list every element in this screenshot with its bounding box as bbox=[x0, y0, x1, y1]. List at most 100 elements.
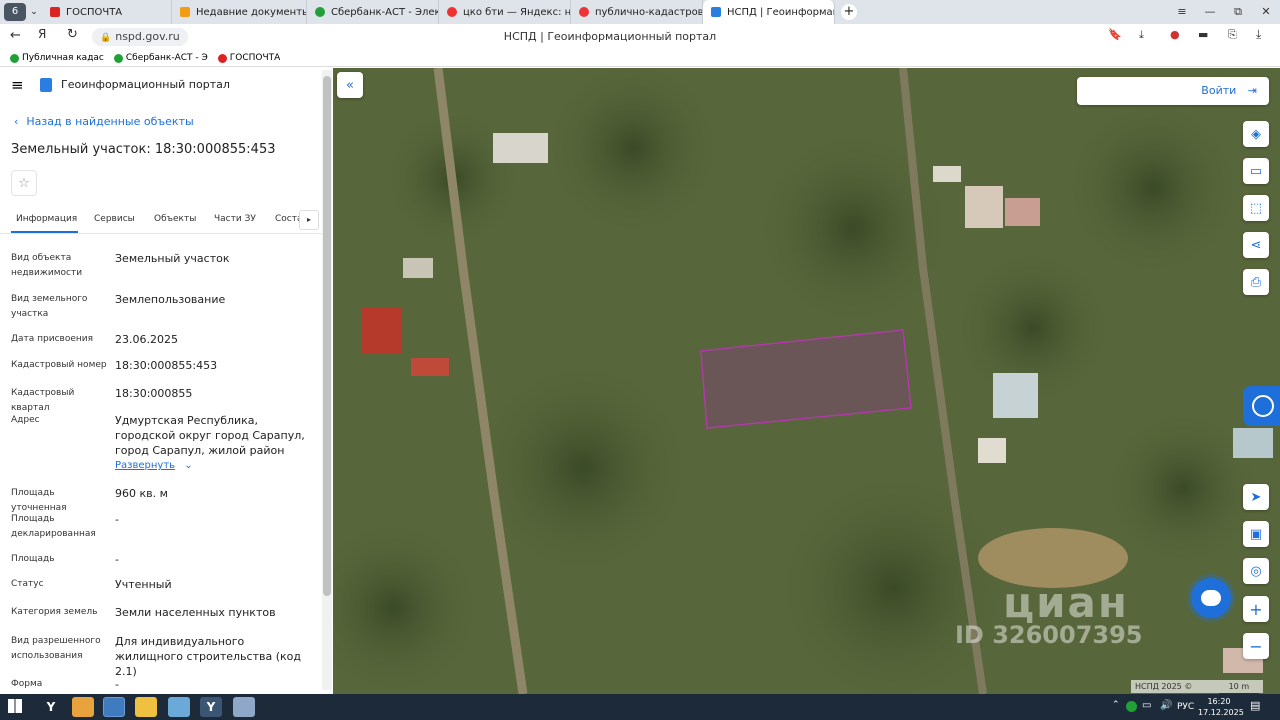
detail-label: Вид объекта недвижимости bbox=[11, 253, 83, 278]
minimap-button[interactable]: ▣ bbox=[1243, 521, 1269, 547]
sber-favicon-icon bbox=[315, 7, 325, 17]
volume-tray-icon[interactable]: 🔊 bbox=[1160, 700, 1172, 711]
minus-icon: − bbox=[1249, 636, 1263, 656]
menu-icon[interactable]: ≡ bbox=[1168, 0, 1196, 24]
clock-date: 17.12.2025 bbox=[1198, 708, 1244, 717]
detail-value: 960 кв. м bbox=[115, 487, 168, 500]
print-button[interactable]: ⎙ bbox=[1243, 269, 1269, 295]
map-attribution: НСПД 2025 © 10 m bbox=[1131, 680, 1263, 694]
network-tray-icon[interactable]: ▭ bbox=[1142, 700, 1151, 711]
layers-button[interactable]: ◈ bbox=[1243, 121, 1269, 147]
geolocate-button[interactable]: ➤ bbox=[1243, 484, 1269, 510]
tab-yandex-search[interactable]: цко бти — Яндекс: нашло bbox=[439, 0, 571, 24]
select-area-button[interactable]: ⬚ bbox=[1243, 195, 1269, 221]
detail-value: - bbox=[115, 553, 119, 566]
bookmark-icon[interactable]: 🔖 bbox=[1108, 28, 1122, 41]
tab-gospochta[interactable]: ГОСПОЧТА bbox=[42, 0, 172, 24]
detail-value: - bbox=[115, 513, 119, 526]
hamburger-menu-icon[interactable]: ≡ bbox=[11, 76, 24, 94]
share-button[interactable]: ⋖ bbox=[1243, 232, 1269, 258]
bookmark-gospochta[interactable]: ГОСПОЧТА bbox=[217, 53, 280, 63]
object-info-panel: ≡ Геоинформационный портал ‹ Назад в найд… bbox=[0, 68, 333, 694]
feedback-icon bbox=[1252, 395, 1274, 417]
office-taskbar-icon[interactable] bbox=[72, 697, 94, 717]
login-button[interactable]: Войти ⇥ bbox=[1077, 77, 1269, 105]
tab-information[interactable]: Информация bbox=[16, 214, 77, 224]
tab-sberbank-ast[interactable]: Сбербанк-АСТ - Электрон bbox=[307, 0, 439, 24]
tab-label: НСПД | Геоинформаци bbox=[727, 6, 835, 18]
photo-taskbar-icon[interactable] bbox=[233, 697, 255, 717]
copyright-text: НСПД 2025 © bbox=[1135, 682, 1193, 691]
nspd-favicon-icon bbox=[711, 7, 721, 17]
collapse-panel-button[interactable]: « bbox=[337, 72, 363, 98]
map-view[interactable]: циан ID 326007395 « Войти ⇥ ◈ ▭ ⬚ ⋖ ⎙ ➤ … bbox=[333, 68, 1280, 694]
file-explorer-taskbar-icon[interactable] bbox=[135, 697, 157, 717]
favorite-button[interactable]: ☆ bbox=[11, 170, 37, 196]
antivirus-tray-icon[interactable] bbox=[1126, 701, 1137, 712]
language-indicator[interactable]: РУС bbox=[1177, 702, 1194, 712]
detail-label: Дата присвоения bbox=[11, 334, 94, 344]
feedback-tab-button[interactable] bbox=[1243, 386, 1280, 426]
clock[interactable]: 16:20 17.12.2025 bbox=[1198, 696, 1244, 718]
new-tab-button[interactable]: + bbox=[841, 4, 857, 20]
detail-label: Статус bbox=[11, 579, 44, 589]
bookmark-sberbank[interactable]: Сбербанк-АСТ - Э bbox=[113, 53, 208, 63]
windows-start-icon[interactable] bbox=[8, 699, 22, 713]
tab-label: публично-кадастровая к bbox=[595, 6, 702, 18]
star-icon: ☆ bbox=[18, 176, 30, 191]
minimize-icon[interactable]: — bbox=[1196, 0, 1224, 24]
windows-taskbar: Y Y ⌃ ▭ 🔊 РУС 16:20 17.12.2025 ▤ bbox=[0, 694, 1280, 720]
ruler-button[interactable]: ▭ bbox=[1243, 158, 1269, 184]
scrollbar-thumb[interactable] bbox=[323, 76, 331, 596]
expand-link[interactable]: Развернуть ⌄ bbox=[115, 460, 193, 471]
profile-icon[interactable]: ▬ bbox=[1198, 28, 1208, 41]
restore-icon[interactable]: ⧉ bbox=[1224, 0, 1252, 24]
share-icon: ⋖ bbox=[1250, 237, 1262, 253]
tabs-scroll-right-button[interactable]: ▸ bbox=[299, 210, 319, 230]
object-title: Земельный участок: 18:30:000855:453 bbox=[11, 142, 276, 157]
tab-recent-docs[interactable]: Недавние документы bbox=[172, 0, 307, 24]
tab-counter[interactable]: 6 bbox=[4, 3, 26, 21]
downloads-icon[interactable]: ⤓ bbox=[1256, 27, 1261, 42]
app-taskbar-icon[interactable] bbox=[103, 697, 125, 717]
double-chevron-left-icon: « bbox=[346, 77, 354, 93]
active-tab-underline bbox=[11, 231, 78, 233]
select-area-icon: ⬚ bbox=[1249, 200, 1263, 216]
watermark-id: ID 326007395 bbox=[955, 621, 1143, 649]
tabs-menu-chevron-icon[interactable]: ⌄ bbox=[26, 7, 42, 17]
download-icon[interactable]: ⤓ bbox=[1139, 28, 1144, 42]
tab-services[interactable]: Сервисы bbox=[94, 214, 135, 224]
zoom-in-button[interactable]: + bbox=[1243, 596, 1269, 622]
tab-label: Недавние документы bbox=[196, 6, 307, 18]
yandex-favicon-icon bbox=[447, 7, 457, 17]
tab-nspd-active[interactable]: НСПД | Геоинформаци✕ bbox=[703, 0, 835, 24]
sidebar-icon[interactable]: ⎘ bbox=[1228, 28, 1237, 42]
tab-public-cadastral[interactable]: публично-кадастровая к bbox=[571, 0, 703, 24]
yandex-active-taskbar-icon[interactable]: Y bbox=[200, 697, 222, 717]
gospochta-icon bbox=[217, 53, 227, 63]
scale-bar: 10 m bbox=[1218, 680, 1259, 694]
location-button[interactable]: ◎ bbox=[1243, 558, 1269, 584]
extension-icon[interactable]: ● bbox=[1170, 28, 1180, 41]
tray-expand-icon[interactable]: ⌃ bbox=[1112, 700, 1120, 710]
bookmark-label: Сбербанк-АСТ - Э bbox=[125, 53, 208, 63]
panel-scrollbar[interactable] bbox=[322, 70, 332, 690]
notifications-icon[interactable]: ▤ bbox=[1250, 699, 1260, 712]
bookmarks-bar: Публичная кадас Сбербанк-АСТ - Э ГОСПОЧТ… bbox=[0, 50, 1280, 67]
yandex-browser-taskbar-icon[interactable]: Y bbox=[40, 697, 62, 717]
close-window-icon[interactable]: ✕ bbox=[1252, 0, 1280, 24]
notes-taskbar-icon[interactable] bbox=[168, 697, 190, 717]
tab-objects[interactable]: Объекты bbox=[154, 214, 196, 224]
back-link[interactable]: ‹ Назад в найденные объекты bbox=[14, 115, 194, 128]
gospochta-favicon-icon bbox=[50, 7, 60, 17]
object-tabs: Информация Сервисы Объекты Части ЗУ Сост… bbox=[0, 208, 322, 234]
check-icon bbox=[10, 53, 19, 63]
portal-title: Геоинформационный портал bbox=[61, 78, 230, 91]
detail-label: Форма собственности bbox=[11, 679, 43, 689]
bookmark-public-cadastral[interactable]: Публичная кадас bbox=[10, 53, 104, 63]
tab-label: ГОСПОЧТА bbox=[66, 6, 123, 18]
chat-button[interactable] bbox=[1191, 578, 1231, 618]
tab-parts[interactable]: Части ЗУ bbox=[214, 214, 256, 224]
zoom-out-button[interactable]: − bbox=[1243, 633, 1269, 659]
chevron-down-icon: ⌄ bbox=[184, 460, 193, 471]
